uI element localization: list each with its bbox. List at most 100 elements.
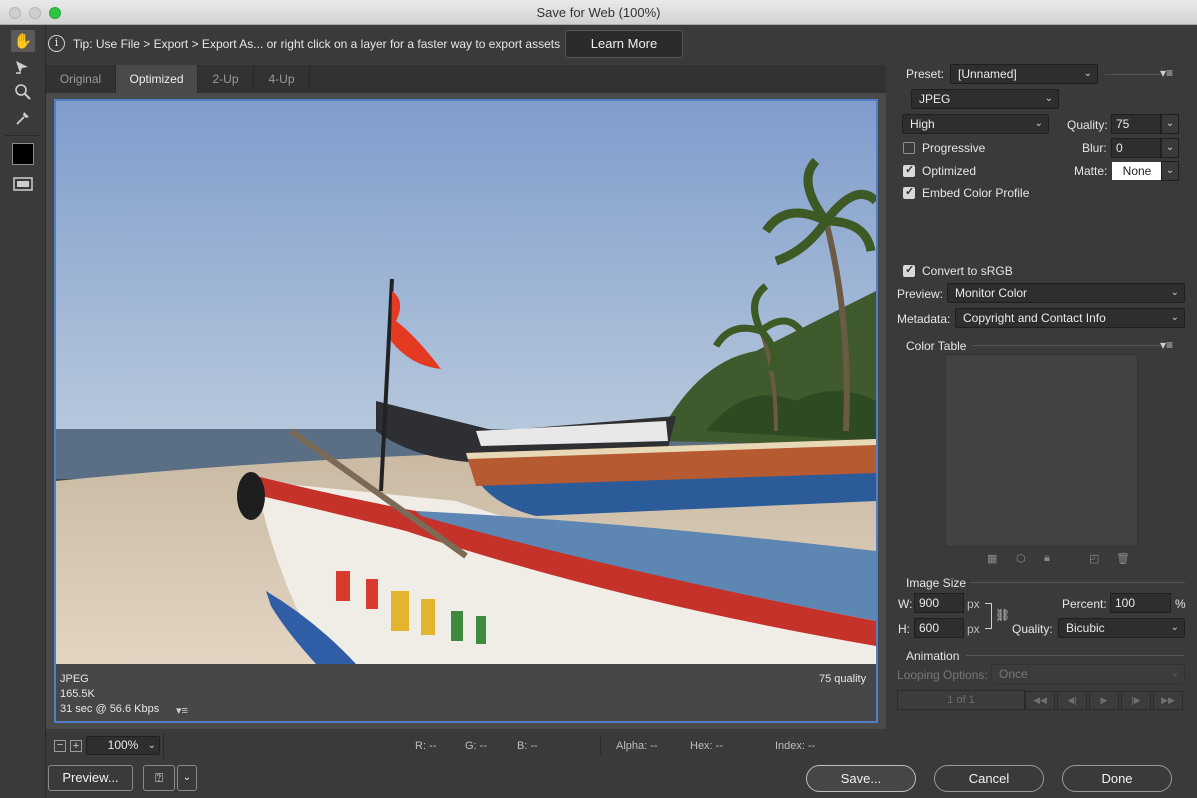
info-icon: i <box>48 35 65 52</box>
status-divider <box>600 737 601 755</box>
preview-format: JPEG <box>60 673 89 685</box>
web-shift-icon[interactable]: ⬡ <box>1016 552 1026 565</box>
preset-divider <box>1105 74 1160 75</box>
height-field[interactable]: 600 <box>914 618 964 638</box>
metadata-select[interactable]: Copyright and Contact Info ⌄ <box>955 308 1185 328</box>
preset-select[interactable]: [Unnamed] ⌄ <box>950 64 1098 84</box>
embed-color-profile-checkbox[interactable] <box>903 185 915 199</box>
percent-field[interactable]: 100 <box>1110 593 1171 613</box>
tip-text: Tip: Use File > Export > Export As... or… <box>73 37 561 51</box>
learn-more-button[interactable]: Learn More <box>565 30 683 58</box>
zoom-level-value: 100% <box>107 738 139 752</box>
metadata-label: Metadata: <box>897 312 951 326</box>
resample-quality-select[interactable]: Bicubic ⌄ <box>1058 618 1185 638</box>
embed-color-profile-label: Embed Color Profile <box>922 186 1030 200</box>
zoom-out-icon[interactable]: − <box>54 740 66 752</box>
tool-column: ✋ <box>0 25 46 798</box>
quality-label: Quality: <box>1067 118 1108 132</box>
convert-srgb-checkbox[interactable] <box>903 263 915 277</box>
looping-options-label: Looping Options: <box>897 668 988 682</box>
save-button[interactable]: Save... <box>806 765 916 792</box>
chevron-down-icon: ⌄ <box>1170 622 1179 633</box>
preview-color-select[interactable]: Monitor Color ⌄ <box>947 283 1185 303</box>
color-table-menu-icon[interactable]: ▾≡ <box>1160 338 1173 352</box>
preview-file-size: 165.5K <box>60 688 95 700</box>
preview-quality-note: 75 quality <box>819 673 867 685</box>
chevron-down-icon: ⌄ <box>1170 312 1179 323</box>
width-unit: px <box>967 597 980 611</box>
looping-options-select[interactable]: Once ⌄ <box>991 664 1185 684</box>
chevron-down-icon: ⌄ <box>1170 668 1179 679</box>
preview-button[interactable]: Preview... <box>48 765 133 791</box>
tab-original[interactable]: Original <box>46 65 116 93</box>
link-icon[interactable]: ⛓︎ <box>995 608 1010 622</box>
done-button[interactable]: Done <box>1062 765 1172 792</box>
hand-tool-icon[interactable]: ✋ <box>11 30 35 52</box>
compression-quality-value: High <box>910 117 935 131</box>
file-format-select[interactable]: JPEG ⌄ <box>911 89 1059 109</box>
zoom-tool-icon[interactable] <box>11 81 35 103</box>
blur-label: Blur: <box>1082 141 1107 155</box>
quality-slider-chevron-down-icon[interactable]: ⌄ <box>1161 114 1179 134</box>
matte-chevron-down-icon[interactable]: ⌄ <box>1161 161 1179 181</box>
trash-icon[interactable]: 🗑︎ <box>1116 552 1130 565</box>
readout-hex: Hex: -- <box>690 740 723 752</box>
toggle-slices-icon[interactable] <box>11 173 35 195</box>
color-table-heading: Color Table <box>906 339 967 353</box>
new-color-icon[interactable]: ◰ <box>1089 552 1099 565</box>
zoom-in-icon[interactable]: + <box>70 740 82 752</box>
help-dropdown-chevron-down-icon[interactable]: ⌄ <box>177 765 197 791</box>
animation-heading: Animation <box>906 649 960 663</box>
color-table-swatches[interactable] <box>945 354 1138 547</box>
metadata-value: Copyright and Contact Info <box>963 311 1106 325</box>
height-unit: px <box>967 622 980 636</box>
optimize-panel-menu-icon[interactable]: ▾≡ <box>1160 66 1173 80</box>
percent-label: Percent: <box>1062 597 1107 611</box>
readout-alpha: Alpha: -- <box>616 740 658 752</box>
width-field[interactable]: 900 <box>914 593 964 613</box>
chevron-down-icon: ⌄ <box>1034 118 1043 129</box>
chevron-down-icon: ⌄ <box>1083 68 1092 79</box>
color-table-divider <box>972 345 1160 346</box>
last-frame-icon[interactable]: ▶▶ <box>1153 691 1183 710</box>
blur-slider-chevron-down-icon[interactable]: ⌄ <box>1161 138 1179 158</box>
title-bar: Save for Web (100%) <box>0 0 1197 25</box>
lock-color-icon[interactable]: 🔒︎ <box>1044 552 1050 565</box>
play-icon[interactable]: ▶ <box>1089 691 1119 710</box>
matte-color-swatch[interactable]: None <box>1112 162 1162 180</box>
chevron-down-icon: ⌄ <box>1044 93 1053 104</box>
quality-field[interactable]: 75 <box>1111 114 1161 134</box>
view-tabs: Original Optimized 2-Up 4-Up <box>46 65 886 93</box>
window-title: Save for Web (100%) <box>536 5 661 20</box>
tab-2-up[interactable]: 2-Up <box>198 65 254 93</box>
status-divider <box>163 733 164 759</box>
tip-bar: i Tip: Use File > Export > Export As... … <box>46 28 1197 60</box>
eyedropper-color-swatch[interactable] <box>12 143 34 165</box>
first-frame-icon[interactable]: ◀◀ <box>1025 691 1055 710</box>
optimized-checkbox[interactable] <box>903 163 915 177</box>
preview-label: Preview: <box>897 287 944 301</box>
preset-value: [Unnamed] <box>958 67 1017 81</box>
chevron-down-icon: ⌄ <box>147 740 156 751</box>
progressive-checkbox[interactable] <box>903 142 915 154</box>
matte-label: Matte: <box>1074 164 1108 178</box>
blur-field[interactable]: 0 <box>1111 138 1161 158</box>
slice-select-icon[interactable] <box>11 56 35 78</box>
cancel-button[interactable]: Cancel <box>934 765 1044 792</box>
previous-frame-icon[interactable]: ◀| <box>1057 691 1087 710</box>
tab-4-up[interactable]: 4-Up <box>254 65 310 93</box>
help-icon[interactable]: ⍰ <box>143 765 175 791</box>
readout-b: B: -- <box>517 740 538 752</box>
download-speed-menu-icon[interactable]: ▾≡ <box>176 704 188 717</box>
preview-image[interactable] <box>56 101 876 664</box>
resample-quality-value: Bicubic <box>1066 621 1105 635</box>
tab-optimized[interactable]: Optimized <box>116 65 198 93</box>
width-label: W: <box>898 597 913 611</box>
map-transparency-icon[interactable]: ▦ <box>987 552 997 565</box>
looping-options-value: Once <box>999 667 1028 681</box>
compression-quality-select[interactable]: High ⌄ <box>902 114 1049 134</box>
constrain-bracket <box>985 603 992 629</box>
eyedropper-icon[interactable] <box>11 107 35 129</box>
next-frame-icon[interactable]: |▶ <box>1121 691 1151 710</box>
zoom-level-select[interactable]: 100% ⌄ <box>86 736 160 755</box>
